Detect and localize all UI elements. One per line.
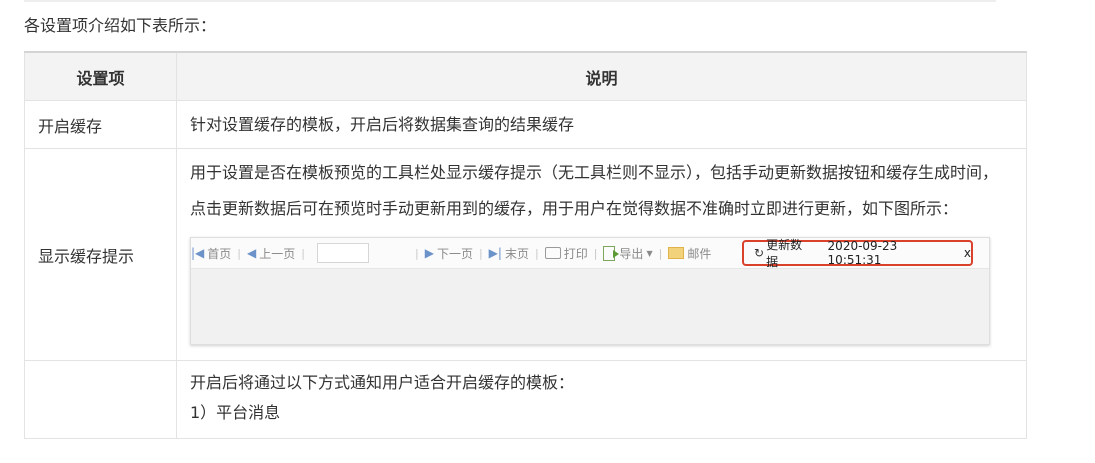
last-page-button[interactable]: ▶| 末页 bbox=[489, 245, 529, 262]
toolbar-separator: | bbox=[237, 246, 242, 260]
intro-text: 各设置项介绍如下表所示： bbox=[24, 16, 217, 35]
cache-hint-highlight: ↻ 更新数据 2020-09-23 10:51:31 x bbox=[742, 238, 973, 269]
mail-icon bbox=[668, 247, 685, 259]
export-label: 导出 bbox=[619, 246, 644, 261]
prev-page-button[interactable]: ◀ 上一页 bbox=[247, 245, 295, 262]
toolbar-separator: | bbox=[478, 246, 483, 260]
last-page-label: 末页 bbox=[504, 246, 529, 261]
settings-table: 设置项 说明 开启缓存 针对设置缓存的模板，开启后将数据集查询的结果缓存 显示缓… bbox=[24, 51, 1027, 439]
setting-description: 用于设置是否在模板预览的工具栏处显示缓存提示（无工具栏则不显示），包括手动更新数… bbox=[190, 163, 999, 218]
print-button[interactable]: 打印 bbox=[544, 245, 588, 262]
page-number-input[interactable] bbox=[316, 243, 369, 263]
prev-page-icon: ◀ bbox=[247, 246, 257, 260]
cache-timestamp: 2020-09-23 10:51:31 bbox=[827, 239, 898, 267]
printer-icon bbox=[544, 247, 561, 259]
print-label: 打印 bbox=[563, 246, 588, 261]
prev-page-label: 上一页 bbox=[259, 246, 296, 261]
refresh-data-label: 更新数据 bbox=[766, 238, 803, 269]
table-row: 显示缓存提示 用于设置是否在模板预览的工具栏处显示缓存提示（无工具栏则不显示），… bbox=[24, 148, 1027, 361]
setting-description: 针对设置缓存的模板，开启后将数据集查询的结果缓存 bbox=[176, 100, 1027, 149]
toolbar-separator: | bbox=[414, 246, 419, 260]
setting-name bbox=[24, 360, 177, 439]
next-page-label: 下一页 bbox=[436, 246, 473, 261]
table-row: 开启缓存 针对设置缓存的模板，开启后将数据集查询的结果缓存 bbox=[24, 100, 1027, 149]
mail-button[interactable]: 邮件 bbox=[668, 245, 711, 262]
header-setting: 设置项 bbox=[24, 51, 177, 101]
setting-name: 显示缓存提示 bbox=[24, 148, 177, 361]
mail-label: 邮件 bbox=[687, 246, 712, 261]
export-button[interactable]: 导出 ▼ bbox=[603, 245, 653, 262]
toolbar-separator: | bbox=[301, 246, 305, 260]
top-divider bbox=[24, 0, 996, 2]
toolbar-separator: | bbox=[534, 246, 539, 260]
first-page-icon: |◀ bbox=[191, 246, 205, 260]
next-page-button[interactable]: ▶ 下一页 bbox=[425, 245, 473, 262]
table-header-row: 设置项 说明 bbox=[24, 51, 1027, 101]
refresh-icon: ↻ bbox=[754, 246, 765, 260]
setting-description-item: 1）平台消息 bbox=[190, 403, 281, 422]
setting-description-cell: 用于设置是否在模板预览的工具栏处显示缓存提示（无工具栏则不显示），包括手动更新数… bbox=[176, 148, 1027, 361]
close-cache-hint-button[interactable]: x bbox=[964, 246, 971, 260]
last-page-icon: ▶| bbox=[488, 246, 502, 260]
first-page-button[interactable]: |◀ 首页 bbox=[191, 245, 231, 262]
first-page-label: 首页 bbox=[207, 246, 232, 261]
chevron-down-icon: ▼ bbox=[646, 248, 653, 258]
toolbar-separator: | bbox=[593, 246, 598, 260]
refresh-data-button[interactable]: ↻ 更新数据 bbox=[754, 236, 814, 270]
table-row: 开启后将通过以下方式通知用户适合开启缓存的模板： 1）平台消息 bbox=[24, 360, 1027, 439]
setting-name: 开启缓存 bbox=[24, 100, 177, 149]
toolbar-preview-image: |◀ 首页 | ◀ 上一页 | | ▶ 下一页 | ▶| 末页 | 打印 | 导… bbox=[190, 237, 990, 345]
header-description: 说明 bbox=[176, 51, 1027, 101]
setting-description: 开启后将通过以下方式通知用户适合开启缓存的模板： bbox=[190, 373, 575, 392]
setting-description-cell: 开启后将通过以下方式通知用户适合开启缓存的模板： 1）平台消息 bbox=[176, 360, 1027, 439]
next-page-icon: ▶ bbox=[424, 246, 434, 260]
toolbar-separator: | bbox=[658, 246, 663, 260]
export-icon bbox=[603, 245, 620, 261]
